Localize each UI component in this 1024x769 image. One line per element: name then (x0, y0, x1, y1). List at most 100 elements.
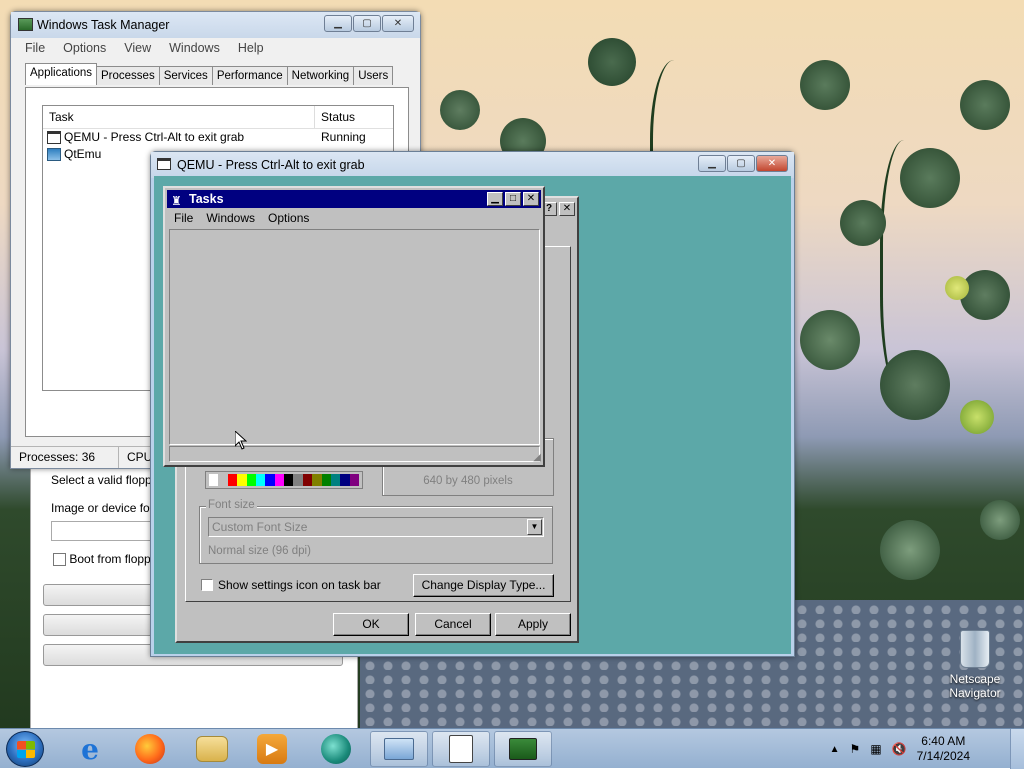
media-player-icon: ▶ (257, 734, 287, 764)
taskbar-qemu[interactable] (370, 731, 428, 767)
minimize-button[interactable]: ▁ (698, 155, 726, 172)
desktop-icon-netscape[interactable]: Netscape Navigator (940, 630, 1010, 700)
wallpaper-flower (880, 520, 940, 580)
font-size-group: Font size Custom Font Size ▼ Normal size… (199, 499, 553, 564)
menu-options[interactable]: Options (63, 41, 106, 55)
chevron-down-icon[interactable]: ▼ (527, 519, 542, 535)
menu-windows[interactable]: Windows (206, 209, 255, 228)
show-hidden-icons-icon[interactable]: ▲ (830, 744, 840, 755)
qemu-titlebar[interactable]: QEMU - Press Ctrl-Alt to exit grab ▁ ▢ ✕ (151, 152, 794, 178)
tasks-titlebar[interactable]: ♜ Tasks ▁ □ ✕ (167, 190, 541, 208)
show-settings-icon-checkbox[interactable]: Show settings icon on task bar (201, 578, 381, 592)
taskbar-internet-explorer[interactable]: e (62, 731, 118, 767)
process-count: Processes: 36 (11, 447, 119, 468)
checkbox-box[interactable] (201, 579, 213, 591)
status-bar (169, 446, 540, 462)
menu-help[interactable]: Help (238, 41, 264, 55)
close-button[interactable]: ✕ (559, 202, 575, 216)
volume-muted-icon[interactable]: 🔇 (892, 742, 907, 756)
taskbar-task-manager[interactable] (494, 731, 552, 767)
wallpaper-flower (800, 310, 860, 370)
task-name: QEMU - Press Ctrl-Alt to exit grab (64, 130, 245, 144)
menu-file[interactable]: File (174, 209, 193, 228)
document-icon (449, 735, 473, 763)
apply-button[interactable]: Apply (495, 613, 571, 636)
window-app-icon (47, 131, 61, 144)
palette-swatch (321, 474, 331, 486)
clock[interactable]: 6:40 AM 7/14/2024 (917, 734, 970, 764)
ok-button[interactable]: OK (333, 613, 409, 636)
palette-swatch (284, 474, 294, 486)
maximize-button[interactable]: ▢ (727, 155, 755, 172)
task-status: Running (321, 130, 366, 144)
palette-swatch (218, 474, 228, 486)
close-button[interactable]: ✕ (523, 192, 539, 206)
resolution-text: 640 by 480 pixels (423, 475, 513, 487)
column-status[interactable]: Status (315, 106, 355, 128)
menu-file[interactable]: File (25, 41, 45, 55)
table-row[interactable]: QEMU - Press Ctrl-Alt to exit grab Runni… (43, 129, 393, 146)
tab-services[interactable]: Services (158, 66, 213, 85)
recycle-bin-icon (960, 630, 990, 668)
boot-floppy-label: Boot from floppy (69, 552, 157, 566)
show-desktop-button[interactable] (1010, 729, 1024, 769)
font-size-label: Font size (206, 499, 257, 511)
qemu-window-icon (157, 158, 171, 170)
palette-swatch (330, 474, 341, 486)
window-title: Windows Task Manager (37, 18, 170, 32)
minimize-button[interactable]: ▁ (324, 15, 352, 32)
column-task[interactable]: Task (43, 106, 315, 128)
wallpaper-flower (880, 350, 950, 420)
palette-swatch (302, 474, 313, 486)
tab-applications[interactable]: Applications (25, 63, 98, 85)
minimize-button[interactable]: ▁ (487, 192, 503, 206)
taskbar-document[interactable] (432, 731, 490, 767)
menu-view[interactable]: View (124, 41, 151, 55)
tab-networking[interactable]: Networking (286, 66, 355, 85)
font-size-select[interactable]: Custom Font Size ▼ (208, 517, 544, 537)
window-title: Tasks (189, 192, 224, 206)
menu-options[interactable]: Options (268, 209, 309, 228)
tasks-list-area[interactable] (169, 229, 540, 445)
maximize-button[interactable]: ▢ (353, 15, 381, 32)
desktop-icon-label: Navigator (949, 686, 1001, 700)
task-manager-titlebar[interactable]: Windows Task Manager ▁ ▢ ✕ (11, 12, 420, 38)
boot-floppy-checkbox[interactable]: Boot from floppy (53, 552, 157, 567)
floppy-label: Select a valid floppy (51, 473, 158, 487)
taskbar-media-player[interactable]: ▶ (244, 731, 300, 767)
task-manager-icon (509, 738, 537, 760)
palette-swatch (255, 474, 266, 486)
folder-icon (196, 736, 228, 762)
tab-performance[interactable]: Performance (211, 66, 288, 85)
start-button[interactable] (6, 731, 44, 767)
network-icon[interactable]: ▦ (870, 742, 881, 756)
close-button[interactable]: ✕ (382, 15, 414, 32)
resize-grip-icon[interactable]: ◢ (533, 452, 541, 463)
tasks-app-icon: ♜ (171, 194, 182, 208)
tab-users[interactable]: Users (353, 66, 394, 85)
show-icon-label: Show settings icon on task bar (218, 578, 381, 592)
palette-swatch (209, 474, 219, 486)
taskbar-explorer[interactable] (184, 731, 240, 767)
qtemu-app-icon (47, 148, 61, 161)
checkbox-box[interactable] (53, 553, 66, 567)
window-title: QEMU - Press Ctrl-Alt to exit grab (177, 158, 365, 172)
wallpaper-flower (980, 500, 1020, 540)
tab-processes[interactable]: Processes (96, 66, 160, 85)
maximize-button[interactable]: □ (505, 192, 521, 206)
cancel-button[interactable]: Cancel (415, 613, 491, 636)
taskbar-firefox[interactable] (122, 731, 178, 767)
palette-swatch (349, 474, 359, 486)
action-center-flag-icon[interactable]: ⚑ (850, 742, 861, 756)
tasks-window[interactable]: ♜ Tasks ▁ □ ✕ File Windows Options ◢ (163, 186, 545, 467)
menu-bar: File Options View Windows Help (11, 38, 420, 58)
menu-windows[interactable]: Windows (169, 41, 220, 55)
image-device-label: Image or device for (51, 501, 154, 515)
close-button[interactable]: ✕ (756, 155, 788, 172)
taskbar-qtemu[interactable] (308, 731, 364, 767)
palette-swatch (237, 474, 247, 486)
palette-swatch (340, 474, 350, 486)
clock-time: 6:40 AM (921, 734, 966, 748)
change-display-type-button[interactable]: Change Display Type... (413, 574, 554, 597)
wallpaper-flower (960, 400, 994, 434)
